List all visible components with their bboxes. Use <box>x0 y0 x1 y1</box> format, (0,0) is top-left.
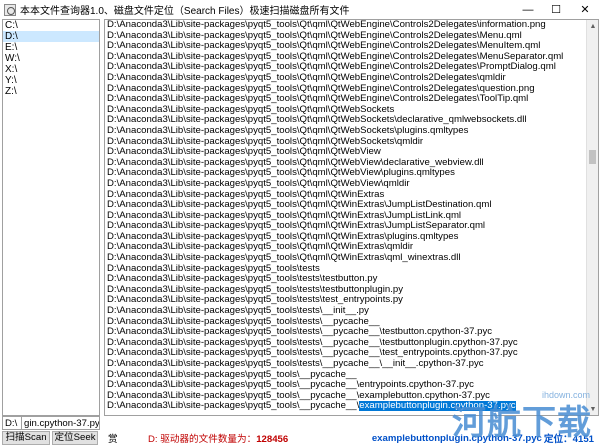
list-item[interactable]: D:\Anaconda3\Lib\site-packages\pyqt5_too… <box>105 158 586 169</box>
list-item[interactable]: D:\Anaconda3\Lib\site-packages\pyqt5_too… <box>105 264 586 275</box>
list-item[interactable]: D:\Anaconda3\Lib\site-packages\pyqt5_too… <box>105 242 586 253</box>
window-title: 本本文件查询器1.0、磁盘文件定位（Search Files）极速扫描磁盘所有文… <box>20 6 350 17</box>
list-item[interactable]: D:\Anaconda3\Lib\site-packages\pyqt5_too… <box>105 253 586 264</box>
file-count-label: D: 驱动器的文件数量为： <box>148 434 257 445</box>
scroll-thumb[interactable] <box>589 150 596 164</box>
list-item[interactable]: D:\Anaconda3\Lib\site-packages\pyqt5_too… <box>105 190 586 201</box>
title-bar: 本本文件查询器1.0、磁盘文件定位（Search Files）极速扫描磁盘所有文… <box>0 0 600 19</box>
list-item[interactable]: D:\Anaconda3\Lib\site-packages\pyqt5_too… <box>105 62 586 73</box>
list-item[interactable]: D:\Anaconda3\Lib\site-packages\pyqt5_too… <box>105 126 586 137</box>
list-item[interactable]: D:\Anaconda3\Lib\site-packages\pyqt5_too… <box>105 306 586 317</box>
list-item[interactable]: D:\Anaconda3\Lib\site-packages\pyqt5_too… <box>105 168 586 179</box>
list-item[interactable]: D:\Anaconda3\Lib\site-packages\pyqt5_too… <box>105 285 586 296</box>
locate-button[interactable]: 定位Seek <box>52 431 98 445</box>
list-item[interactable]: D:\Anaconda3\Lib\site-packages\pyqt5_too… <box>105 232 586 243</box>
list-item[interactable]: D:\Anaconda3\Lib\site-packages\pyqt5_too… <box>105 295 586 306</box>
drive-item-z[interactable]: Z:\ <box>3 86 99 97</box>
list-item[interactable]: D:\Anaconda3\Lib\site-packages\pyqt5_too… <box>105 348 586 359</box>
list-item[interactable]: D:\Anaconda3\Lib\site-packages\pyqt5_too… <box>105 137 586 148</box>
list-item[interactable]: D:\Anaconda3\Lib\site-packages\pyqt5_too… <box>105 84 586 95</box>
list-item[interactable]: D:\Anaconda3\Lib\site-packages\pyqt5_too… <box>105 105 586 116</box>
list-item[interactable]: D:\Anaconda3\Lib\site-packages\pyqt5_too… <box>105 94 586 105</box>
list-item[interactable]: D:\Anaconda3\Lib\site-packages\pyqt5_too… <box>105 147 586 158</box>
scroll-up-icon[interactable]: ▲ <box>587 20 598 32</box>
scroll-down-icon[interactable]: ▼ <box>587 403 598 415</box>
app-icon <box>4 3 16 16</box>
list-item[interactable]: D:\Anaconda3\Lib\site-packages\pyqt5_too… <box>105 274 586 285</box>
selected-file-highlight: examplebuttonplugin.cpython-37.pyc <box>359 401 516 412</box>
list-item[interactable]: D:\Anaconda3\Lib\site-packages\pyqt5_too… <box>105 317 586 328</box>
list-item[interactable]: D:\Anaconda3\Lib\site-packages\pyqt5_too… <box>105 221 586 232</box>
search-inputs <box>2 416 100 430</box>
list-item[interactable]: D:\Anaconda3\Lib\site-packages\pyqt5_too… <box>105 52 586 63</box>
list-item[interactable]: D:\Anaconda3\Lib\site-packages\pyqt5_too… <box>105 338 586 349</box>
list-item[interactable]: D:\Anaconda3\Lib\site-packages\pyqt5_too… <box>105 327 586 338</box>
file-count: D: 驱动器的文件数量为：128456 <box>148 431 288 445</box>
path-prefix: D:\Anaconda3\Lib\site-packages\pyqt5_too… <box>107 401 360 412</box>
window-controls: — ☐ ✕ <box>514 0 600 19</box>
file-count-value: 128456 <box>256 434 289 445</box>
file-path-list[interactable]: D:\Anaconda3\Lib\site-packages\pyqt5_too… <box>104 19 599 416</box>
list-item[interactable]: D:\Anaconda3\Lib\site-packages\pyqt5_too… <box>105 41 586 52</box>
file-path-list-content: D:\Anaconda3\Lib\site-packages\pyqt5_too… <box>105 20 586 415</box>
drive-item-d[interactable]: D:\ <box>3 31 99 42</box>
drive-item-y[interactable]: Y:\ <box>3 75 99 86</box>
list-item[interactable]: D:\Anaconda3\Lib\site-packages\pyqt5_too… <box>105 391 586 402</box>
scan-button[interactable]: 扫描Scan <box>2 431 50 445</box>
list-item[interactable]: D:\Anaconda3\Lib\site-packages\pyqt5_too… <box>105 20 586 31</box>
list-item[interactable]: D:\Anaconda3\Lib\site-packages\pyqt5_too… <box>105 115 586 126</box>
list-item[interactable]: D:\Anaconda3\Lib\site-packages\pyqt5_too… <box>105 359 586 370</box>
maximize-button[interactable]: ☐ <box>542 0 570 19</box>
drive-item-w[interactable]: W:\ <box>3 53 99 64</box>
drive-item-c[interactable]: C:\ <box>3 20 99 31</box>
list-item[interactable]: D:\Anaconda3\Lib\site-packages\pyqt5_too… <box>105 31 586 42</box>
list-item[interactable]: D:\Anaconda3\Lib\site-packages\pyqt5_too… <box>105 200 586 211</box>
drive-input[interactable] <box>2 416 22 430</box>
vertical-scrollbar[interactable]: ▲ ▼ <box>586 20 598 415</box>
minimize-button[interactable]: — <box>514 0 542 19</box>
list-item-selected[interactable]: D:\Anaconda3\Lib\site-packages\pyqt5_too… <box>105 401 586 412</box>
drive-item-x[interactable]: X:\ <box>3 64 99 75</box>
status-label: 赏 <box>108 434 118 445</box>
list-item[interactable]: D:\Anaconda3\Lib\site-packages\pyqt5_too… <box>105 179 586 190</box>
list-item[interactable]: D:\Anaconda3\Lib\site-packages\pyqt5_too… <box>105 380 586 391</box>
drive-list[interactable]: C:\ D:\ E:\ W:\ X:\ Y:\ Z:\ <box>2 19 100 416</box>
list-item[interactable]: D:\Anaconda3\Lib\site-packages\pyqt5_too… <box>105 370 586 381</box>
drive-item-e[interactable]: E:\ <box>3 42 99 53</box>
filename-input[interactable] <box>22 416 100 430</box>
selected-file-name: examplebuttonplugin.cpython-37.pyc <box>371 432 542 444</box>
list-item[interactable]: D:\Anaconda3\Lib\site-packages\pyqt5_too… <box>105 211 586 222</box>
close-button[interactable]: ✕ <box>570 0 600 19</box>
status-bar: 赏 D: 驱动器的文件数量为：128456 examplebuttonplugi… <box>104 430 600 446</box>
list-item[interactable]: D:\Anaconda3\Lib\site-packages\pyqt5_too… <box>105 73 586 84</box>
position-readout: 定位：4151 <box>543 434 594 445</box>
